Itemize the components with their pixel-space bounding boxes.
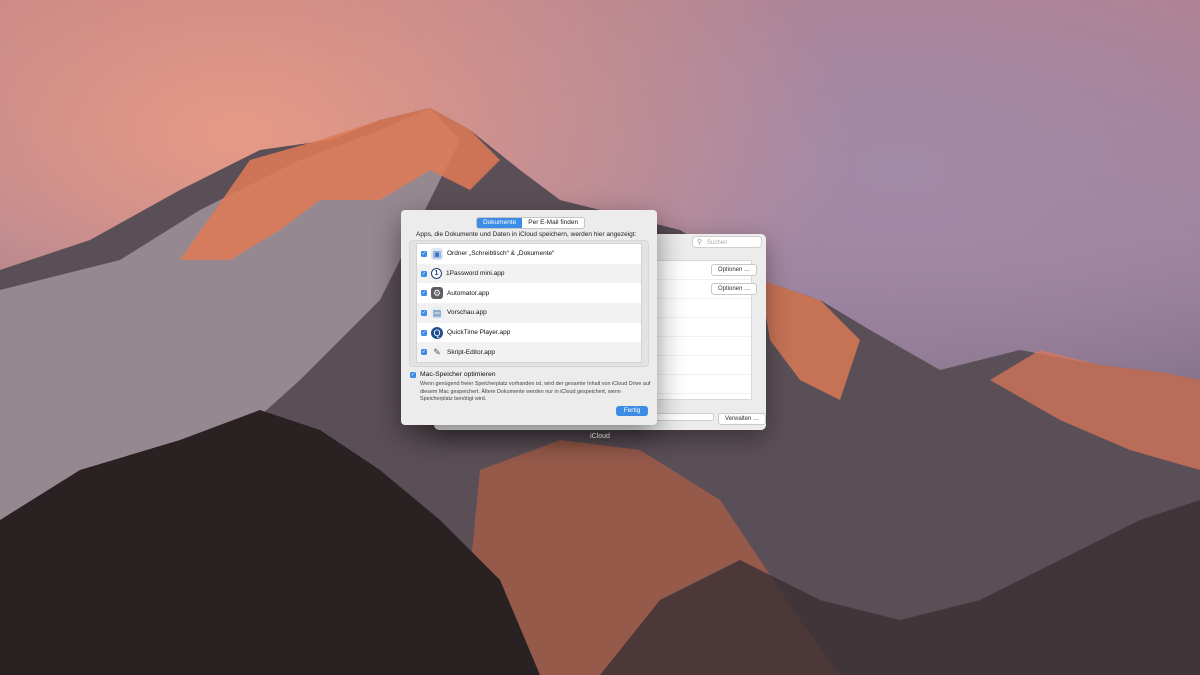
optimize-storage-label: Mac-Speicher optimieren (420, 371, 496, 378)
list-item[interactable] (657, 356, 751, 375)
list-item[interactable]: ✓ ▤ Vorschau.app (417, 303, 641, 323)
list-item[interactable] (657, 337, 751, 356)
tab-find-by-email[interactable]: Per E-Mail finden (522, 218, 584, 228)
checkbox[interactable]: ✓ (421, 250, 427, 257)
preview-icon: ▤ (431, 306, 443, 319)
script-editor-icon: ✎ (431, 346, 443, 359)
options-button[interactable]: Optionen … (711, 264, 758, 276)
1password-icon: 1 (431, 268, 442, 280)
window-title: iCloud (590, 433, 610, 440)
options-button[interactable]: Optionen … (711, 283, 758, 295)
services-list (656, 260, 752, 400)
storage-bar (656, 413, 714, 421)
list-item[interactable] (657, 375, 751, 394)
checkbox[interactable]: ✓ (421, 290, 427, 297)
search-icon: ⚲ (697, 239, 703, 246)
tab-documents[interactable]: Dokumente (477, 218, 523, 228)
search-placeholder: Suchen (707, 240, 728, 246)
manage-button[interactable]: Verwalten … (718, 413, 767, 425)
app-label: Skript-Editor.app (447, 348, 496, 356)
done-button[interactable]: Fertig (616, 406, 648, 416)
list-item[interactable]: ✓ ⚙ Automator.app (417, 283, 641, 303)
app-label: Ordner „Schreibtisch“ & „Dokumente“ (447, 250, 555, 258)
app-label: 1Password mini.app (446, 270, 505, 278)
list-item[interactable]: ✓ Q QuickTime Player.app (417, 323, 641, 343)
list-item[interactable]: ✓ ▣ Ordner „Schreibtisch“ & „Dokumente“ (417, 244, 641, 264)
checkbox[interactable]: ✓ (421, 270, 427, 277)
app-label: Automator.app (447, 289, 490, 297)
optimize-storage-description: Wenn genügend freier Speicherplatz vorha… (420, 381, 651, 403)
app-label: QuickTime Player.app (447, 329, 511, 337)
list-item[interactable]: ✓ ✎ Skript-Editor.app (417, 342, 641, 363)
list-item[interactable] (657, 318, 751, 337)
app-label: Vorschau.app (447, 309, 487, 317)
apps-list: ✓ ▣ Ordner „Schreibtisch“ & „Dokumente“ … (416, 243, 642, 363)
automator-icon: ⚙ (431, 287, 443, 300)
optimize-storage-checkbox[interactable]: ✓ (410, 372, 416, 378)
quicktime-icon: Q (431, 326, 443, 339)
checkbox[interactable]: ✓ (421, 309, 427, 316)
tab-bar: Dokumente Per E-Mail finden (476, 217, 586, 229)
apps-heading: Apps, die Dokumente und Daten in iCloud … (416, 231, 637, 238)
folder-icon: ▣ (431, 247, 443, 260)
list-item[interactable]: ✓ 1 1Password mini.app (417, 263, 641, 284)
search-field[interactable]: ⚲ Suchen (692, 236, 762, 248)
checkbox[interactable]: ✓ (421, 349, 427, 356)
checkbox[interactable]: ✓ (421, 329, 427, 336)
list-item[interactable] (657, 299, 751, 318)
